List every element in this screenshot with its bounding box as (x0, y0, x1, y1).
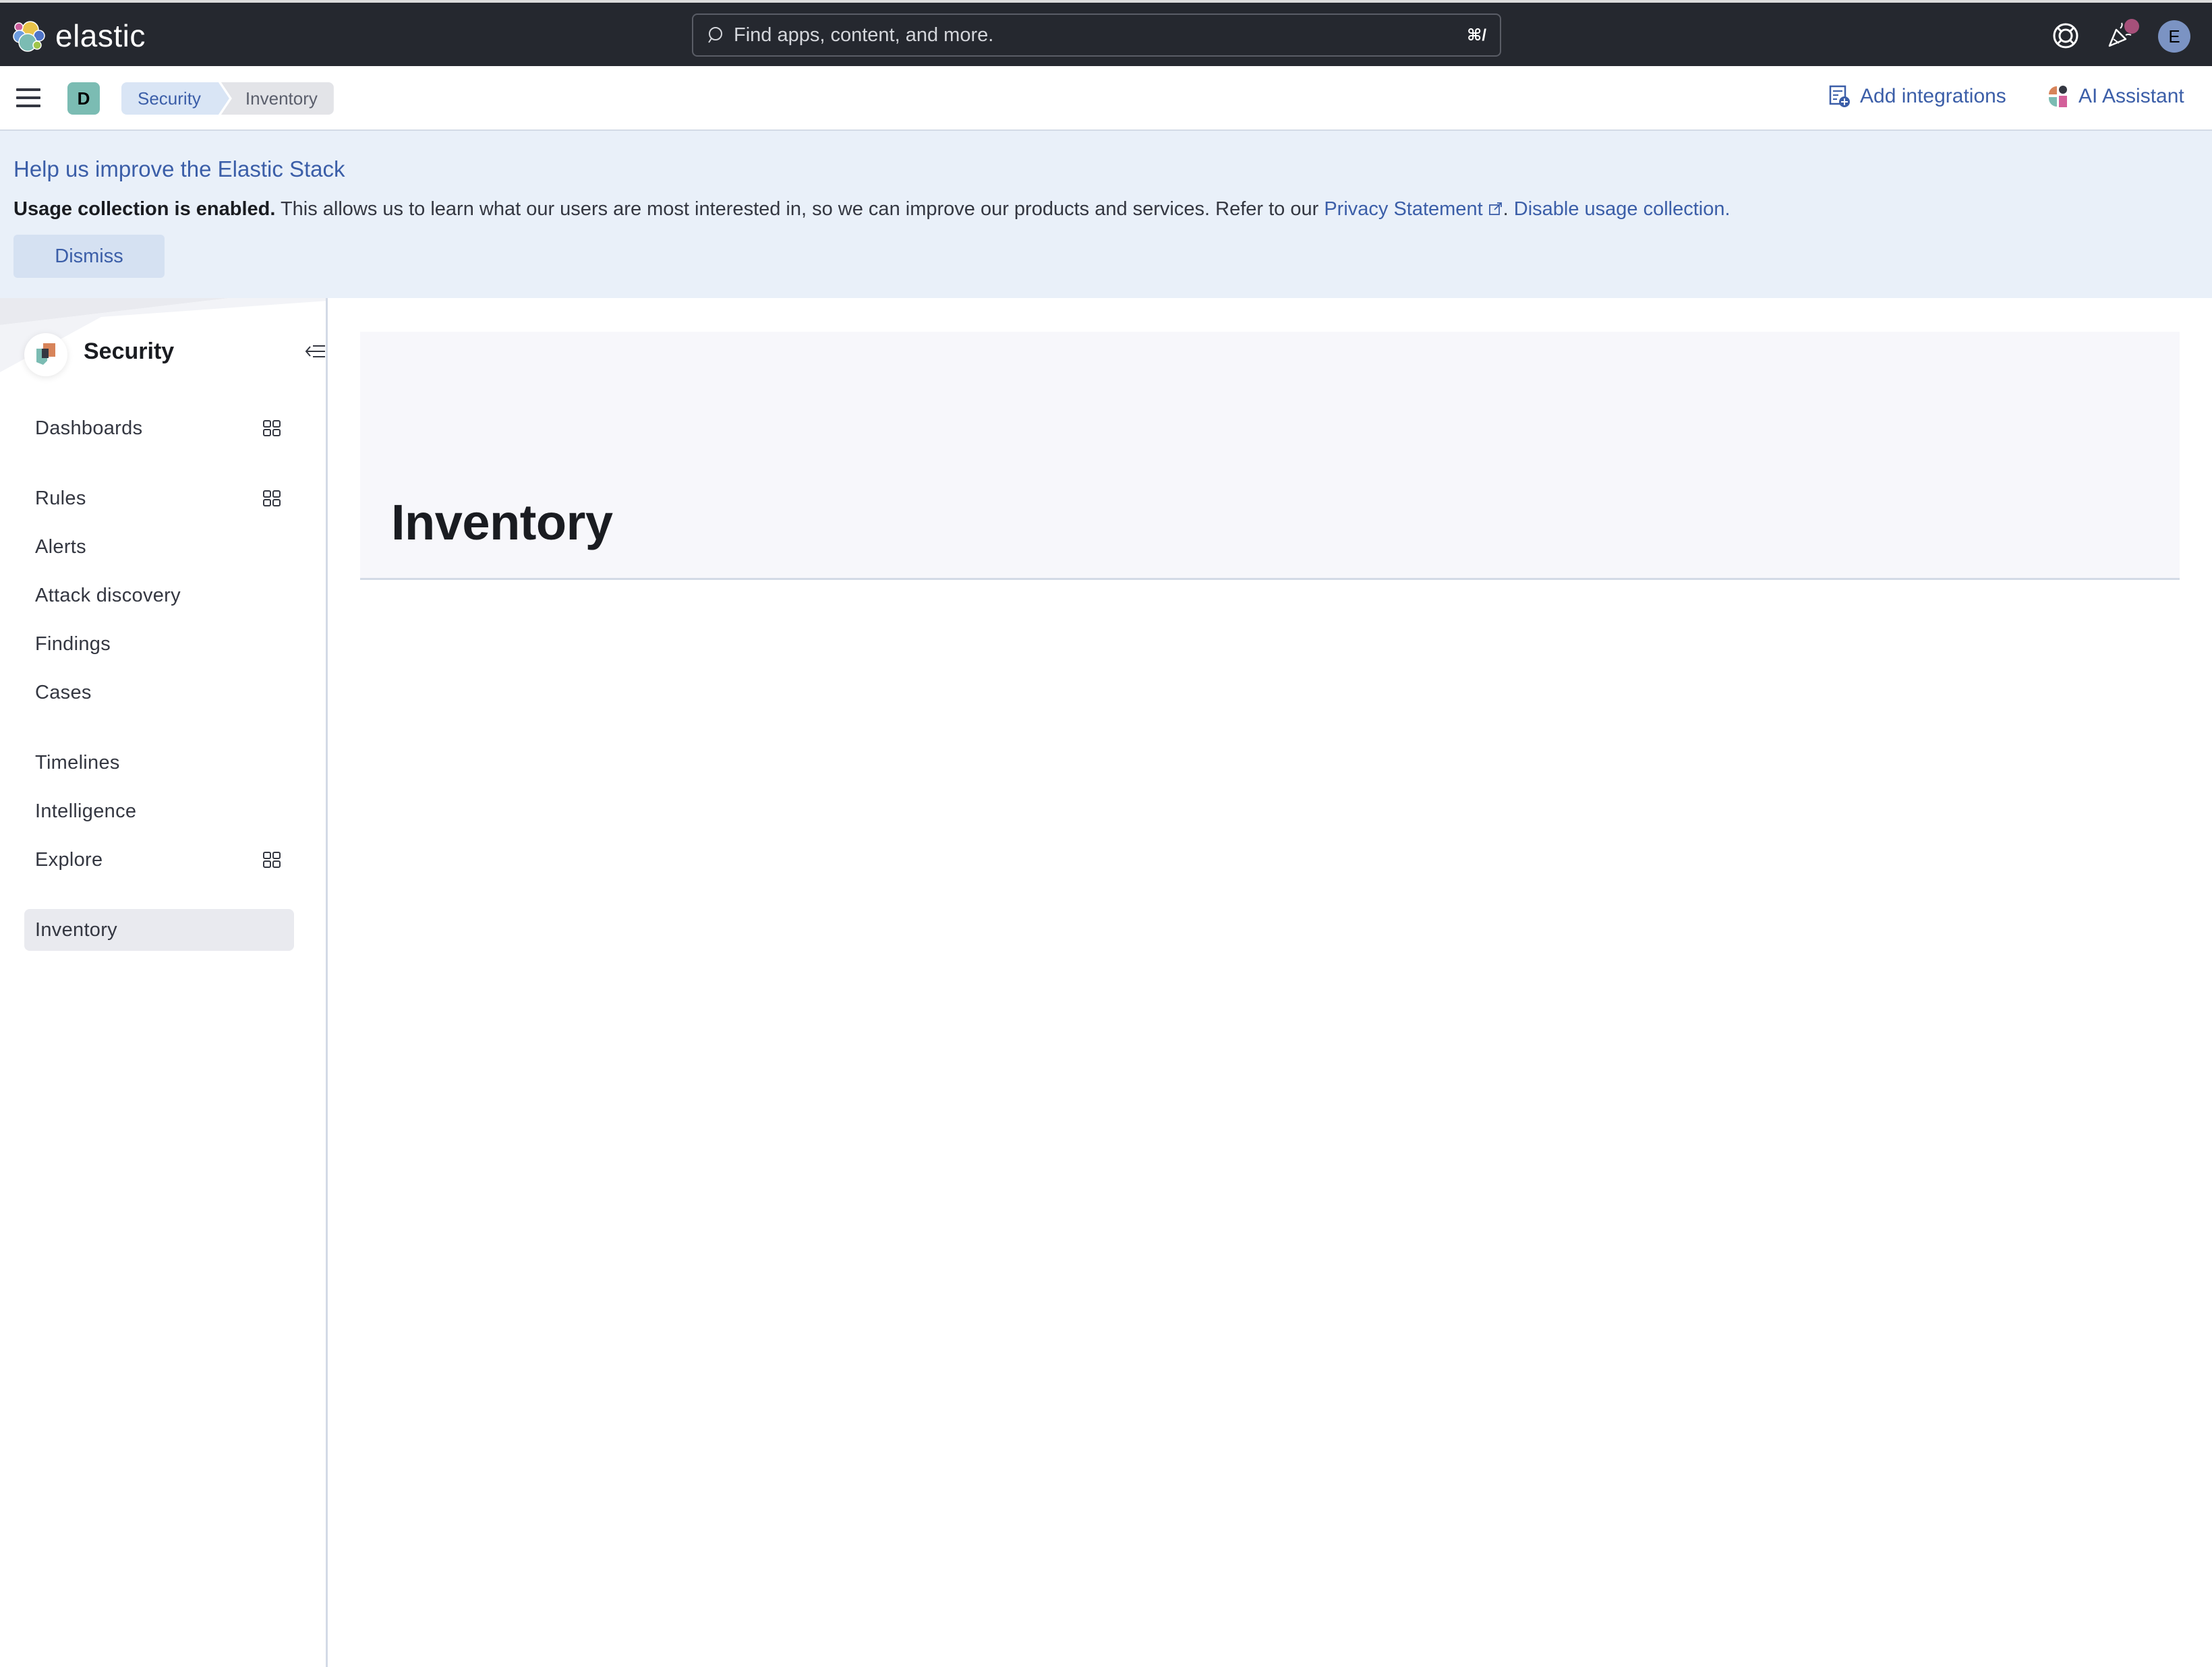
sidebar-item-intelligence[interactable]: Intelligence (24, 790, 294, 832)
breadcrumb-inventory: Inventory (221, 82, 334, 115)
search-shortcut-hint: ⌘/ (1467, 26, 1486, 45)
menu-toggle-button[interactable] (16, 88, 40, 109)
ai-assistant-button[interactable]: AI Assistant (2047, 85, 2184, 108)
breadcrumb-bar: D Security Inventory Add integrations AI… (0, 66, 2212, 131)
dismiss-button[interactable]: Dismiss (13, 235, 165, 278)
sidebar-item-label: Timelines (35, 751, 120, 773)
breadcrumb: Security Inventory (121, 82, 334, 115)
space-selector[interactable]: D (67, 82, 100, 115)
sidebar-item-cases[interactable]: Cases (24, 672, 294, 713)
sidebar-item-label: Intelligence (35, 800, 137, 822)
banner-message: Usage collection is enabled. This allows… (13, 198, 1730, 221)
privacy-statement-link[interactable]: Privacy Statement (1324, 198, 1503, 220)
ai-assistant-label: AI Assistant (2078, 85, 2184, 107)
sidebar-item-label: Explore (35, 848, 103, 871)
sidebar-item-label: Dashboards (35, 417, 143, 439)
breadcrumb-security[interactable]: Security (121, 82, 229, 115)
sidebar-item-dashboards[interactable]: Dashboards (24, 407, 294, 449)
search-placeholder: Find apps, content, and more. (734, 24, 994, 46)
apps-grid-icon[interactable] (263, 490, 281, 506)
security-side-nav: Security Dashboards Rules Alerts Attack … (0, 298, 328, 1667)
sidebar-item-label: Findings (35, 633, 111, 655)
search-icon (708, 27, 722, 43)
security-logo-icon (36, 343, 55, 365)
apps-grid-icon[interactable] (263, 420, 281, 436)
add-integrations-label: Add integrations (1860, 85, 2006, 107)
privacy-statement-label: Privacy Statement (1324, 198, 1483, 220)
apps-grid-icon[interactable] (263, 852, 281, 868)
elastic-logo-icon (13, 21, 45, 52)
sidebar-item-findings[interactable]: Findings (24, 623, 294, 665)
banner-title: Help us improve the Elastic Stack (13, 156, 345, 181)
banner-separator: . (1503, 198, 1509, 220)
sidebar-item-label: Cases (35, 681, 92, 703)
sidebar-item-explore[interactable]: Explore (24, 839, 294, 881)
user-avatar[interactable]: E (2158, 20, 2190, 53)
global-search-input[interactable]: Find apps, content, and more. ⌘/ (692, 13, 1501, 57)
elastic-logo[interactable]: elastic (12, 18, 146, 54)
disable-usage-collection-link[interactable]: Disable usage collection. (1514, 198, 1730, 220)
hamburger-line (16, 105, 40, 107)
sidebar-item-label: Attack discovery (35, 584, 181, 606)
global-header: elastic Find apps, content, and more. ⌘/… (0, 0, 2212, 66)
sidebar-title: Security (84, 339, 175, 364)
external-link-icon (1488, 202, 1502, 215)
hamburger-icon (16, 88, 40, 91)
sidebar-item-rules[interactable]: Rules (24, 477, 294, 519)
page-title: Inventory (391, 494, 613, 550)
add-integrations-icon (1829, 85, 1850, 107)
sidebar-item-inventory[interactable]: Inventory (24, 909, 294, 951)
sidebar-item-label: Rules (35, 487, 86, 509)
ai-assistant-icon (2049, 86, 2067, 107)
page-header: Inventory (360, 332, 2180, 580)
sidebar-item-alerts[interactable]: Alerts (24, 526, 294, 568)
sidebar-item-timelines[interactable]: Timelines (24, 742, 294, 784)
notification-badge (2124, 19, 2139, 34)
banner-body-text: This allows us to learn what our users a… (275, 198, 1325, 220)
hamburger-line (16, 96, 40, 99)
sidebar-item-label: Alerts (35, 535, 86, 558)
banner-bold-text: Usage collection is enabled. (13, 198, 276, 220)
sidebar-item-label: Inventory (35, 918, 117, 941)
brand-name: elastic (55, 18, 146, 53)
help-icon[interactable] (2051, 22, 2080, 50)
add-integrations-button[interactable]: Add integrations (1829, 85, 2006, 108)
security-app-logo (24, 333, 67, 376)
telemetry-banner: Help us improve the Elastic Stack Usage … (0, 131, 2212, 298)
sidebar-item-attack-discovery[interactable]: Attack discovery (24, 575, 294, 616)
collapse-nav-icon[interactable] (305, 344, 325, 359)
